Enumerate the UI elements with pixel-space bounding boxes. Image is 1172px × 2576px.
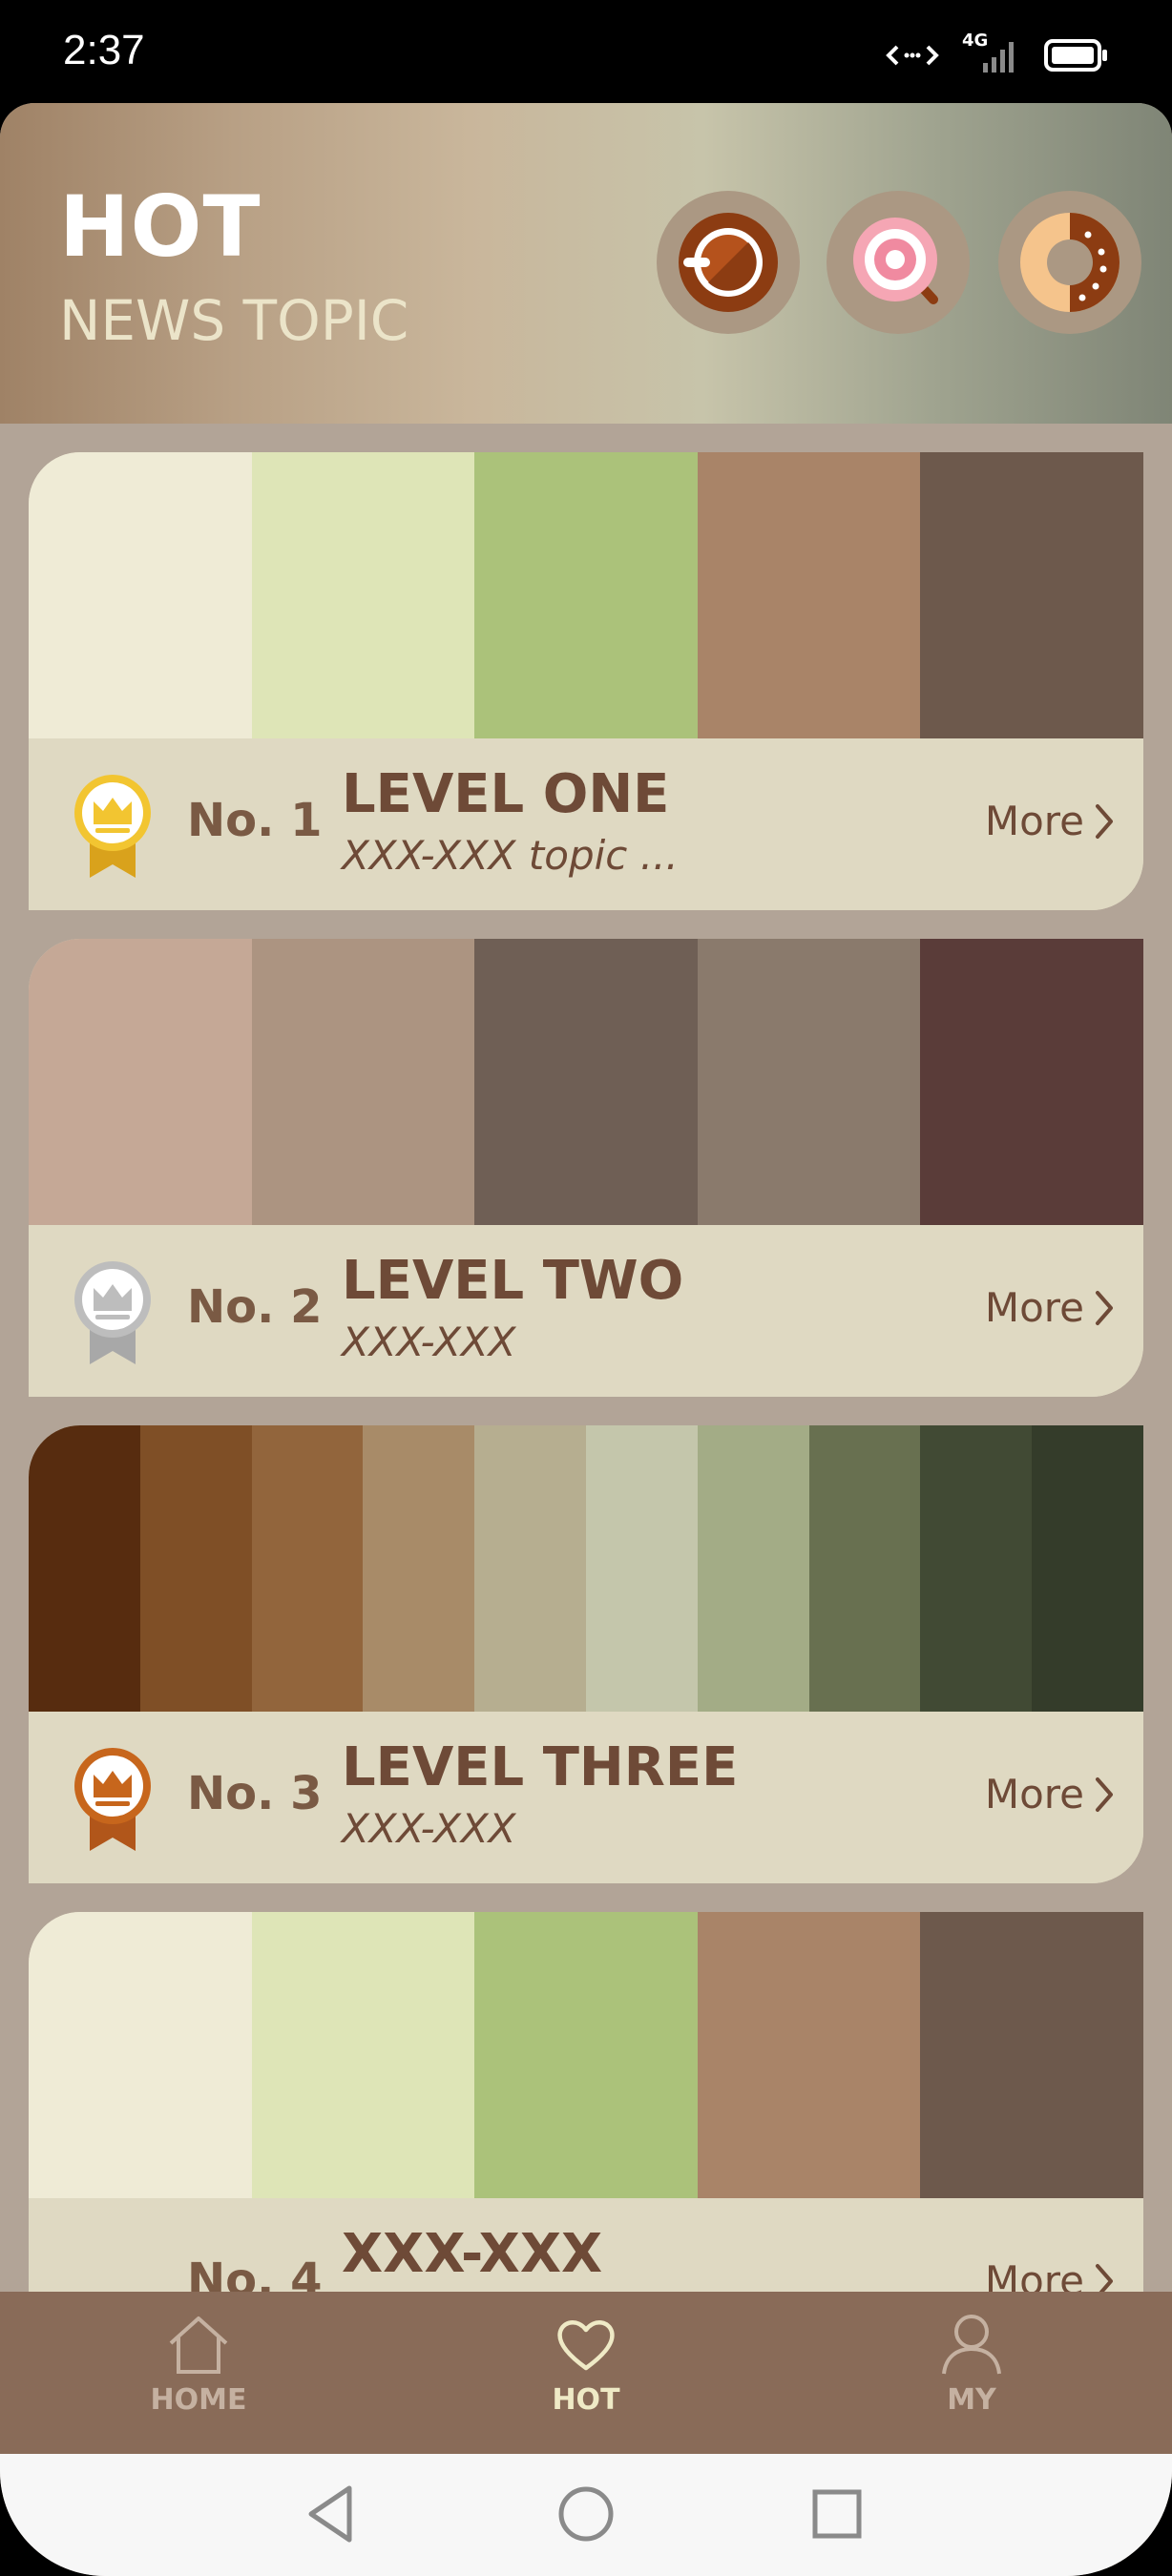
header-banner: HOT NEWS TOPIC	[0, 103, 1172, 424]
color-swatch	[29, 1425, 140, 1712]
color-swatch	[920, 1912, 1143, 2198]
more-link[interactable]: More	[985, 1771, 1115, 1818]
color-swatch	[363, 1425, 475, 1712]
page-title: HOT	[59, 177, 262, 276]
color-swatch	[474, 452, 698, 738]
topic-list: No. 1 LEVEL ONE XXX-XXX topic ... More No. 2…	[29, 452, 1143, 2399]
home-icon	[169, 2316, 228, 2374]
user-icon	[942, 2315, 1001, 2375]
color-swatch	[697, 1425, 809, 1712]
color-swatch	[808, 1425, 921, 1712]
more-link[interactable]: More	[985, 1284, 1115, 1331]
status-bar: 2:37 4G	[0, 0, 1172, 103]
color-swatch	[251, 1912, 475, 2198]
coffee-cup-icon[interactable]	[657, 191, 800, 334]
color-swatch	[585, 1425, 698, 1712]
topic-card[interactable]: No. 2 LEVEL TWO XXX-XXX More	[29, 939, 1143, 1397]
rank-label: No. 1	[187, 794, 323, 847]
color-palette	[29, 1425, 1143, 1712]
topic-card[interactable]: No. 3 LEVEL THREE XXX-XXX More	[29, 1425, 1143, 1883]
tab-home[interactable]: HOME	[84, 2292, 313, 2454]
color-swatch	[251, 1425, 364, 1712]
lollipop-icon[interactable]	[827, 191, 970, 334]
color-swatch	[1032, 1425, 1143, 1712]
level-title: XXX-XXX	[342, 2223, 603, 2285]
heart-icon	[557, 2320, 615, 2371]
color-swatch	[29, 452, 252, 738]
data-transfer-icon	[886, 45, 939, 66]
app-screen: HOT NEWS TOPIC No. 1 LEVEL ONE XXX-XXX t…	[0, 103, 1172, 2576]
color-swatch	[139, 1425, 252, 1712]
more-label: More	[984, 1771, 1084, 1818]
level-title: LEVEL ONE	[342, 763, 670, 825]
tab-my-label: MY	[947, 2383, 996, 2417]
bottom-tab-bar: HOME HOT MY	[0, 2292, 1172, 2454]
color-swatch	[697, 452, 921, 738]
signal-icon: 4G	[962, 31, 1021, 74]
topic-card[interactable]: No. 1 LEVEL ONE XXX-XXX topic ... More	[29, 452, 1143, 910]
color-swatch	[697, 1912, 921, 2198]
color-swatch	[920, 452, 1143, 738]
color-palette	[29, 1912, 1143, 2198]
color-swatch	[251, 452, 475, 738]
tab-home-label: HOME	[150, 2383, 247, 2417]
rank-label: No. 2	[187, 1280, 323, 1334]
donut-icon[interactable]	[998, 191, 1141, 334]
more-link[interactable]: More	[985, 798, 1115, 844]
color-swatch	[920, 1425, 1033, 1712]
color-swatch	[29, 939, 252, 1225]
chevron-right-icon	[1096, 803, 1113, 839]
rank-label: No. 3	[187, 1767, 323, 1820]
tab-my[interactable]: MY	[857, 2292, 1086, 2454]
color-palette	[29, 452, 1143, 738]
tab-hot[interactable]: HOT	[471, 2292, 701, 2454]
level-title: LEVEL THREE	[342, 1736, 739, 1798]
crown-medal-icon	[74, 775, 151, 878]
color-swatch	[474, 1425, 586, 1712]
more-label: More	[984, 798, 1084, 844]
color-palette	[29, 939, 1143, 1225]
card-info: No. 3 LEVEL THREE XXX-XXX More	[29, 1712, 1143, 1883]
chevron-right-icon	[1096, 1776, 1113, 1812]
color-swatch	[920, 939, 1143, 1225]
chevron-right-icon	[1096, 1290, 1113, 1325]
level-title: LEVEL TWO	[342, 1250, 684, 1312]
color-swatch	[251, 939, 475, 1225]
status-time: 2:37	[63, 27, 145, 73]
more-label: More	[984, 1284, 1084, 1331]
system-nav-bar	[0, 2454, 1172, 2576]
color-swatch	[29, 1912, 252, 2198]
recents-button[interactable]	[807, 2481, 869, 2547]
battery-icon	[1044, 39, 1107, 72]
color-swatch	[697, 939, 921, 1225]
crown-medal-icon	[74, 1748, 151, 1851]
crown-medal-icon	[74, 1261, 151, 1364]
topic-text: XXX-XXX	[342, 1319, 516, 1365]
color-swatch	[474, 1912, 698, 2198]
back-button[interactable]	[303, 2481, 361, 2547]
color-swatch	[474, 939, 698, 1225]
page-subtitle: NEWS TOPIC	[59, 288, 409, 353]
card-info: No. 1 LEVEL ONE XXX-XXX topic ... More	[29, 738, 1143, 910]
card-info: No. 2 LEVEL TWO XXX-XXX More	[29, 1225, 1143, 1397]
home-button[interactable]	[555, 2481, 617, 2547]
topic-text: XXX-XXX topic ...	[342, 832, 679, 879]
status-icons: 4G	[886, 31, 1109, 74]
topic-text: XXX-XXX	[342, 1805, 516, 1852]
tab-hot-label: HOT	[552, 2383, 620, 2417]
